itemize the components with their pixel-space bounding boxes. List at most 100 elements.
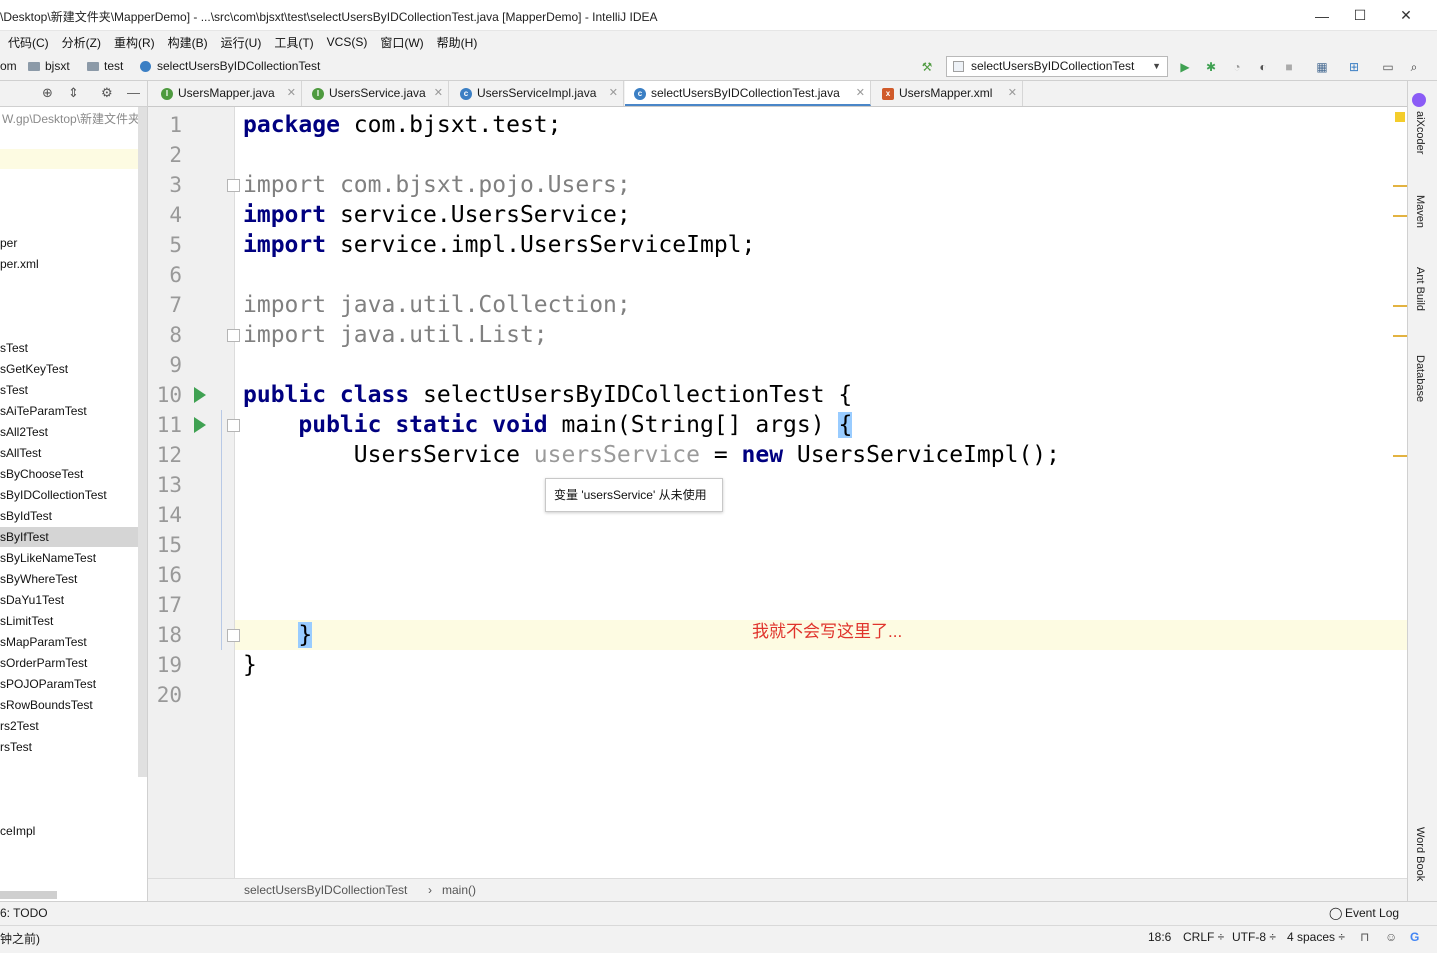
tree-item[interactable]: sMapParamTest [0, 632, 138, 652]
tree-item[interactable]: sByWhereTest [0, 569, 138, 589]
stop-icon[interactable]: ■ [1280, 58, 1298, 76]
tree-item[interactable]: sAiTeParamTest [0, 401, 138, 421]
tree-item[interactable]: sByLikeNameTest [0, 548, 138, 568]
locate-icon[interactable]: ⊕ [42, 85, 53, 101]
warning-marker[interactable] [1393, 215, 1407, 217]
run-gutter-icon[interactable] [194, 387, 206, 403]
inspector-icon[interactable]: ☺ [1385, 930, 1397, 944]
warning-marker[interactable] [1393, 305, 1407, 307]
google-icon[interactable]: G [1410, 930, 1419, 944]
presentation-icon[interactable]: ▭ [1379, 58, 1397, 76]
profile-icon[interactable]: ◐ [1254, 58, 1272, 76]
tree-item[interactable]: sAll2Test [0, 422, 138, 442]
tool-aixcoder[interactable]: aiXcoder [1414, 111, 1426, 154]
tool-database[interactable]: Database [1414, 355, 1426, 402]
translate-icon[interactable]: ⊞ [1345, 58, 1363, 76]
close-icon[interactable]: ✕ [287, 81, 296, 106]
indent-setting[interactable]: 4 spaces ÷ [1287, 930, 1345, 944]
breadcrumb-method[interactable]: main() [442, 883, 476, 897]
todo-tool-button[interactable]: 6: TODO [0, 906, 48, 920]
menu-refactor[interactable]: 重构(R) [114, 34, 155, 51]
close-window-button[interactable]: ✕ [1383, 0, 1429, 31]
run-gutter-icon[interactable] [194, 417, 206, 433]
warning-marker[interactable] [1393, 335, 1407, 337]
project-scrollbar[interactable] [138, 107, 147, 777]
tab-selectusersbyidcollectiontest-java[interactable]: c selectUsersByIDCollectionTest.java ✕ [625, 81, 871, 106]
search-icon[interactable]: ⌕ [1405, 58, 1423, 76]
line-number: 14 [156, 503, 182, 527]
tree-item[interactable]: sTest [0, 380, 138, 400]
build-hammer-icon[interactable]: ⚒ [918, 58, 936, 76]
tree-item[interactable]: per.xml [0, 254, 138, 274]
fold-icon[interactable] [227, 419, 240, 432]
tab-usersmapper-xml[interactable]: x UsersMapper.xml ✕ [873, 81, 1023, 106]
collapse-all-icon[interactable]: ⇕ [68, 85, 79, 101]
close-icon[interactable]: ✕ [856, 81, 865, 106]
tree-item[interactable]: rsTest [0, 737, 138, 757]
hide-icon[interactable]: — [127, 85, 140, 100]
tree-item[interactable]: sByIdTest [0, 506, 138, 526]
menu-tools[interactable]: 工具(T) [274, 34, 313, 51]
nav-crumb-class[interactable]: selectUsersByIDCollectionTest [140, 59, 320, 73]
tree-item[interactable]: sPOJOParamTest [0, 674, 138, 694]
close-icon[interactable]: ✕ [609, 81, 618, 106]
line-number: 20 [156, 683, 182, 707]
maximize-button[interactable]: ☐ [1337, 0, 1383, 31]
debug-icon[interactable]: ✱ [1202, 58, 1220, 76]
caret-position[interactable]: 18:6 [1148, 930, 1171, 944]
breadcrumb-class[interactable]: selectUsersByIDCollectionTest [244, 883, 407, 897]
nav-crumb-test[interactable]: test [87, 59, 123, 73]
code-line-10: public class selectUsersByIDCollectionTe… [243, 380, 852, 410]
menu-window[interactable]: 窗口(W) [380, 34, 423, 51]
menu-analyze[interactable]: 分析(Z) [62, 34, 101, 51]
line-number: 4 [169, 203, 182, 227]
fold-icon[interactable] [227, 179, 240, 192]
tree-item[interactable]: sGetKeyTest [0, 359, 138, 379]
close-icon[interactable]: ✕ [434, 81, 443, 106]
run-configuration-select[interactable]: selectUsersByIDCollectionTest ▼ [946, 56, 1168, 77]
fold-icon[interactable] [227, 629, 240, 642]
project-hscrollbar[interactable] [0, 891, 57, 899]
code-editor[interactable]: 1 2 3 4 5 6 7 8 9 10 11 12 13 14 15 16 1… [148, 107, 1407, 878]
inspection-status-icon[interactable] [1395, 112, 1405, 122]
file-encoding[interactable]: UTF-8 ÷ [1232, 930, 1276, 944]
gear-icon[interactable]: ⚙ [101, 85, 113, 101]
nav-crumb-partial[interactable]: om [0, 59, 17, 73]
tool-word-book[interactable]: Word Book [1414, 827, 1426, 881]
tree-item-selected[interactable]: sByIfTest [0, 527, 138, 547]
tool-ant-build[interactable]: Ant Build [1414, 267, 1426, 311]
menu-run[interactable]: 运行(U) [221, 34, 262, 51]
tool-maven[interactable]: Maven [1414, 195, 1426, 228]
warning-marker[interactable] [1393, 455, 1407, 457]
coverage-icon[interactable]: ◔ [1228, 58, 1246, 76]
fold-icon[interactable] [227, 329, 240, 342]
warning-marker[interactable] [1393, 185, 1407, 187]
event-log-button[interactable]: Event Log [1345, 906, 1399, 920]
run-icon[interactable]: ▶ [1176, 58, 1194, 76]
tree-item[interactable]: sByIDCollectionTest [0, 485, 138, 505]
close-icon[interactable]: ✕ [1008, 81, 1017, 106]
menu-code[interactable]: 代码(C) [8, 34, 49, 51]
tree-item[interactable]: sOrderParmTest [0, 653, 138, 673]
tree-item[interactable]: sTest [0, 338, 138, 358]
project-structure-icon[interactable]: ▦ [1313, 58, 1331, 76]
tree-item[interactable]: sByChooseTest [0, 464, 138, 484]
project-panel: ⊕ ⇕ ⚙ — W.gp\Desktop\新建文件夹 per per.xml s… [0, 81, 148, 901]
tree-item[interactable]: sRowBoundsTest [0, 695, 138, 715]
tree-item[interactable]: sDaYu1Test [0, 590, 138, 610]
menu-build[interactable]: 构建(B) [168, 34, 208, 51]
tab-usersservice-java[interactable]: I UsersService.java ✕ [303, 81, 449, 106]
lock-icon[interactable]: ⊓ [1360, 930, 1369, 944]
tree-item[interactable]: rs2Test [0, 716, 138, 736]
menu-vcs[interactable]: VCS(S) [327, 35, 368, 49]
line-separator[interactable]: CRLF ÷ [1183, 930, 1224, 944]
tab-usersserviceimpl-java[interactable]: c UsersServiceImpl.java ✕ [451, 81, 624, 106]
tree-item[interactable]: per [0, 233, 138, 253]
tree-item[interactable]: sAllTest [0, 443, 138, 463]
nav-crumb-bjsxt[interactable]: bjsxt [28, 59, 70, 73]
tab-usersmapper-java[interactable]: I UsersMapper.java ✕ [152, 81, 302, 106]
tree-item[interactable]: sLimitTest [0, 611, 138, 631]
tree-item[interactable]: ceImpl [0, 821, 138, 841]
menu-help[interactable]: 帮助(H) [437, 34, 478, 51]
